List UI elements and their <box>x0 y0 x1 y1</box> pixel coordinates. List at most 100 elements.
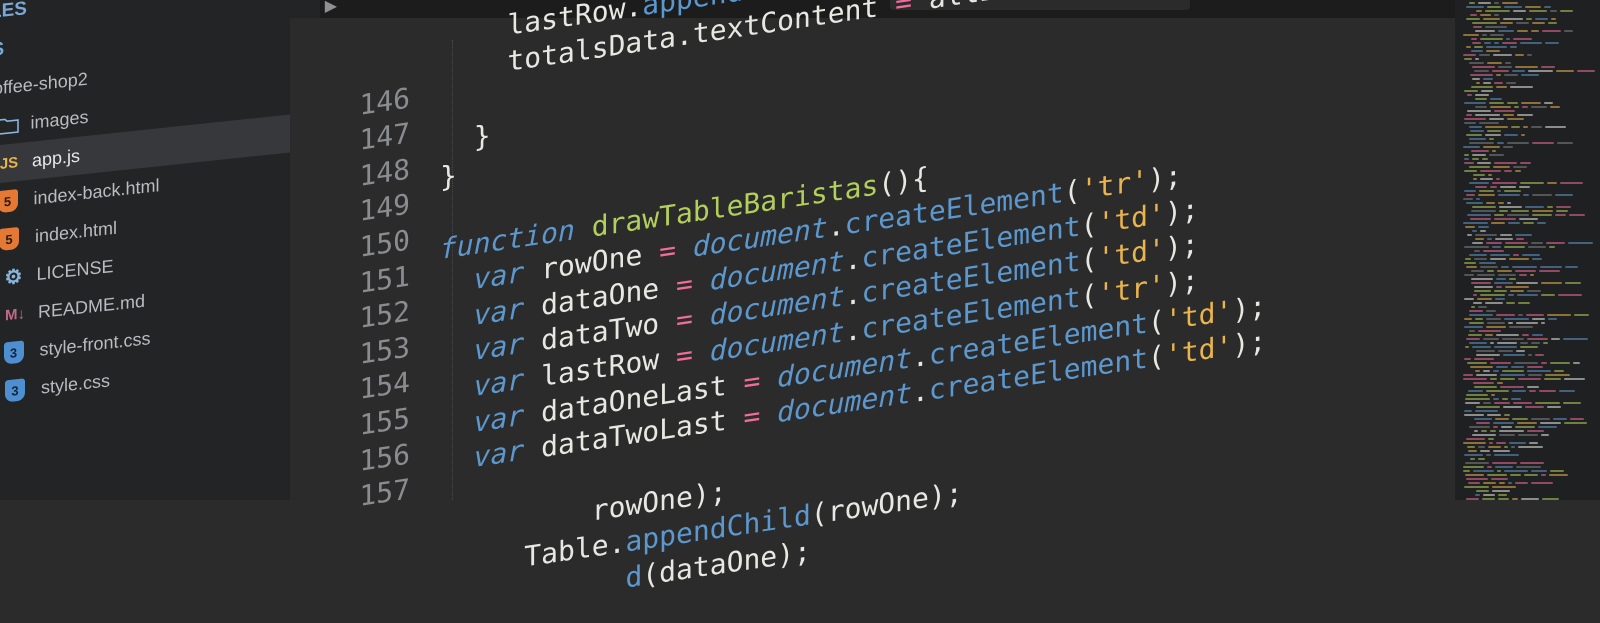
minimap-line <box>1518 446 1543 448</box>
css3-file-icon: 3 <box>3 340 24 365</box>
minimap-line <box>1547 206 1553 208</box>
minimap-line <box>1544 102 1553 104</box>
minimap-line <box>1498 274 1516 276</box>
minimap-line <box>1507 102 1518 104</box>
minimap-line <box>1490 186 1497 188</box>
minimap-line <box>1537 222 1546 224</box>
minimap-line <box>1558 294 1582 296</box>
minimap-line <box>1476 10 1482 12</box>
minimap-line <box>1475 30 1495 32</box>
minimap-line <box>1494 402 1510 404</box>
minimap-line <box>1492 462 1517 464</box>
minimap-line <box>1494 214 1504 216</box>
minimap-line <box>1550 106 1560 108</box>
minimap-line <box>1504 414 1510 416</box>
minimap-line <box>1493 422 1514 424</box>
code-token: . <box>844 241 862 278</box>
minimap-line <box>1508 222 1520 224</box>
minimap-line <box>1469 166 1490 168</box>
minimap-line <box>1474 430 1478 432</box>
minimap-line <box>1478 330 1501 332</box>
minimap-line <box>1504 170 1512 172</box>
minimap-line <box>1520 342 1528 344</box>
minimap-line <box>1466 202 1483 204</box>
minimap-line <box>1483 494 1495 496</box>
minimap-line <box>1511 126 1520 128</box>
minimap-line <box>1475 238 1484 240</box>
minimap-line <box>1511 446 1515 448</box>
minimap-line <box>1495 238 1513 240</box>
minimap-line <box>1511 366 1524 368</box>
minimap-line <box>1478 306 1487 308</box>
minimap-line <box>1464 122 1476 124</box>
minimap-line <box>1483 370 1490 372</box>
minimap-line <box>1520 182 1544 184</box>
code-token: var <box>473 433 525 475</box>
minimap-line <box>1464 158 1469 160</box>
minimap-line <box>1472 158 1479 160</box>
minimap-line <box>1515 66 1538 68</box>
minimap-line <box>1550 362 1570 364</box>
minimap-line <box>1503 406 1522 408</box>
minimap-line <box>1472 154 1486 156</box>
minimap-line <box>1500 22 1513 24</box>
minimap-line <box>1494 162 1517 164</box>
code-token: ); <box>1164 227 1199 266</box>
minimap-line <box>1516 350 1525 352</box>
minimap-line <box>1504 134 1518 136</box>
minimap-line <box>1469 322 1484 324</box>
code-token: var <box>473 362 525 403</box>
minimap-line <box>1490 362 1511 364</box>
minimap-line <box>1504 470 1528 472</box>
minimap-line <box>1488 174 1492 176</box>
minimap-line <box>1521 134 1525 136</box>
minimap-line <box>1568 242 1593 244</box>
minimap-line <box>1541 362 1547 364</box>
minimap-line <box>1512 390 1526 392</box>
minimap-line <box>1498 350 1513 352</box>
minimap-line <box>1464 326 1483 328</box>
minimap-line <box>1465 402 1480 404</box>
minimap-line <box>1532 22 1545 24</box>
minimap-line <box>1497 342 1517 344</box>
minimap-line <box>1527 370 1551 372</box>
minimap-line <box>1516 22 1529 24</box>
minimap-line <box>1551 338 1560 340</box>
minimap-line <box>1464 274 1474 276</box>
minimap-line <box>1519 186 1530 188</box>
minimap-line <box>1529 390 1536 392</box>
line-number-gutter: 146 147 148 149 150 151 152 153 154 155 156 157 <box>318 40 438 520</box>
minimap-line <box>1493 450 1510 452</box>
minimap-line <box>1466 478 1488 480</box>
html5-file-icon: 5 <box>0 189 18 214</box>
minimap-line <box>1485 126 1508 128</box>
minimap-line <box>1490 254 1510 256</box>
minimap-line <box>1520 162 1531 164</box>
minimap-line <box>1531 342 1540 344</box>
minimap-line <box>1492 246 1501 248</box>
minimap-line <box>1494 2 1499 4</box>
minimap-line <box>1516 322 1538 324</box>
minimap-line <box>1496 334 1519 336</box>
code-token: . <box>912 338 929 374</box>
minimap-line <box>1494 42 1499 44</box>
minimap-line <box>1547 182 1557 184</box>
minimap-line <box>1463 198 1473 200</box>
minimap-line <box>1495 298 1505 300</box>
minimap-line <box>1480 38 1503 40</box>
minimap[interactable] <box>1455 0 1600 500</box>
minimap-line <box>1483 82 1491 84</box>
minimap-line <box>1474 286 1493 288</box>
minimap-line <box>1490 106 1511 108</box>
minimap-line <box>1525 206 1544 208</box>
minimap-line <box>1560 10 1573 12</box>
minimap-line <box>1489 102 1504 104</box>
minimap-line <box>1480 450 1490 452</box>
minimap-line <box>1463 222 1488 224</box>
minimap-line <box>1464 454 1483 456</box>
code-editor[interactable]: lastRow.appendChild(t totalsData.textCon… <box>440 0 1266 623</box>
minimap-line <box>1483 402 1491 404</box>
